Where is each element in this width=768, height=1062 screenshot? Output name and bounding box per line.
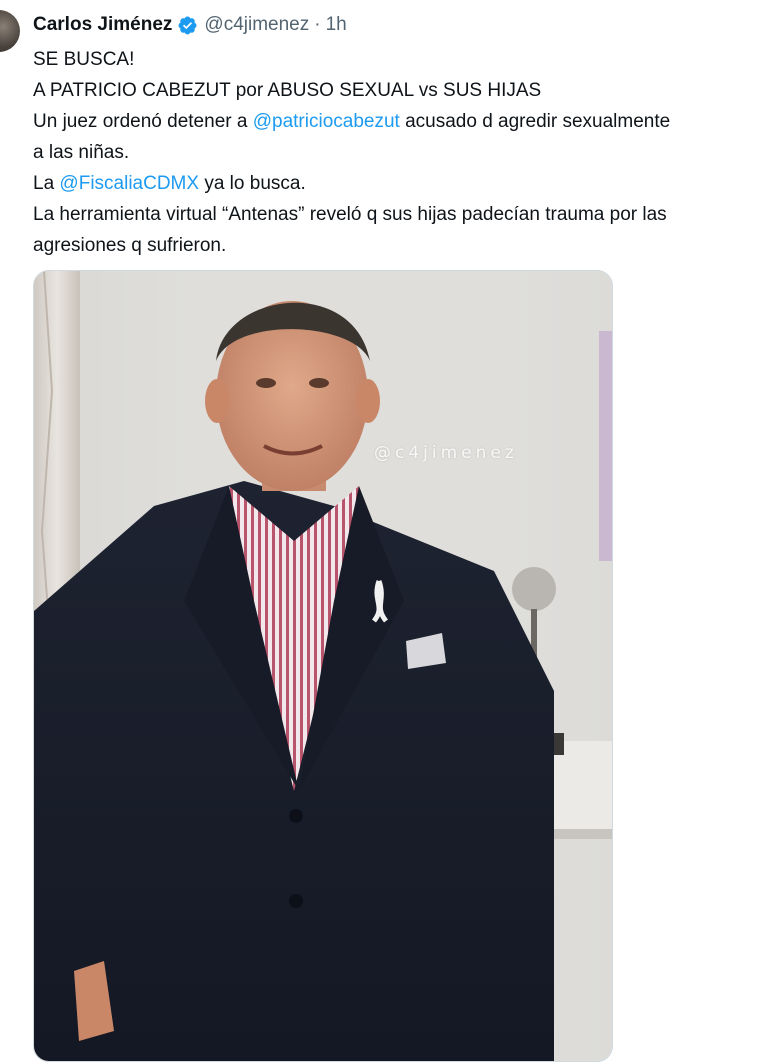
author-display-name[interactable]: Carlos Jiménez	[33, 9, 172, 41]
verified-badge-icon[interactable]	[177, 15, 198, 36]
tweet-media-photo[interactable]: @c4jimenez	[33, 270, 613, 1062]
photo-watermark: @c4jimenez	[374, 443, 518, 463]
text-segment: ya lo busca.	[199, 173, 306, 194]
tweet-text-line: SE BUSCA!	[33, 49, 135, 70]
tweet-text: SE BUSCA! A PATRICIO CABEZUT por ABUSO S…	[33, 44, 768, 261]
photo-illustration	[34, 271, 612, 1061]
tweet-text-line: agresiones q sufrieron.	[33, 235, 227, 256]
author-avatar[interactable]	[0, 10, 20, 52]
tweet-timestamp[interactable]: 1h	[326, 9, 347, 41]
text-segment: Un juez ordenó detener a	[33, 111, 253, 132]
text-segment: acusado d agredir sexualmente	[399, 111, 671, 132]
tweet-text-line: Un juez ordenó detener a @patriciocabezu…	[33, 106, 768, 137]
author-handle[interactable]: @c4jimenez	[204, 9, 309, 41]
header-separator: ·	[314, 14, 321, 35]
tweet-text-line: La @FiscaliaCDMX ya lo busca.	[33, 168, 768, 199]
text-segment: La	[33, 173, 60, 194]
tweet-text-line: a las niñas.	[33, 142, 130, 163]
tweet-text-line: La herramienta virtual “Antenas” reveló …	[33, 204, 667, 225]
tweet-header: Carlos Jiménez @c4jimenez · 1h	[33, 9, 347, 41]
mention-link-patriciocabezut[interactable]: @patriciocabezut	[253, 111, 400, 132]
mention-link-fiscaliacdmx[interactable]: @FiscaliaCDMX	[59, 173, 199, 194]
tweet-text-line: A PATRICIO CABEZUT por ABUSO SEXUAL vs S…	[33, 80, 542, 101]
